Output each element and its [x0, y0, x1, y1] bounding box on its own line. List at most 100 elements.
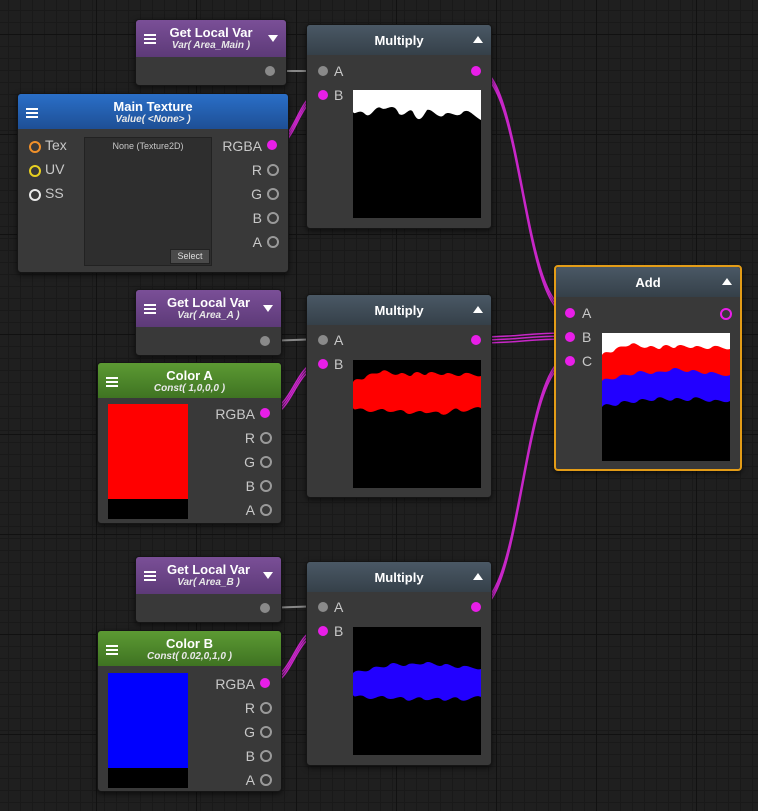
output-port-b[interactable]: [267, 212, 279, 224]
output-port-a[interactable]: [260, 774, 272, 786]
collapse-arrow-icon[interactable]: [473, 306, 483, 313]
node-header[interactable]: Multiply: [307, 295, 491, 325]
output-port-a[interactable]: [260, 504, 272, 516]
output-label-r: R: [244, 430, 255, 446]
node-title: Add: [635, 275, 661, 290]
color-swatch[interactable]: [108, 673, 188, 788]
input-label-a: A: [334, 599, 344, 615]
input-label-a: A: [334, 63, 344, 79]
output-port-rgba[interactable]: [267, 140, 277, 150]
menu-icon[interactable]: [144, 34, 156, 46]
node-header[interactable]: Color B Const( 0.02,0,1,0 ): [98, 631, 281, 666]
input-label-b: B: [334, 87, 344, 103]
node-header[interactable]: Get Local Var Var( Area_A ): [136, 290, 281, 327]
node-subtitle: Var( Area_A ): [177, 310, 240, 321]
input-port-ss[interactable]: [29, 189, 41, 201]
output-label-g: G: [244, 724, 255, 740]
node-header[interactable]: Multiply: [307, 25, 491, 55]
node-header[interactable]: Get Local Var Var( Area_Main ): [136, 20, 286, 57]
multiply-node-3[interactable]: Multiply A B: [306, 561, 492, 766]
output-label-g: G: [244, 454, 255, 470]
input-port-a[interactable]: [318, 335, 328, 345]
get-local-var-main-node[interactable]: Get Local Var Var( Area_Main ): [135, 19, 287, 86]
node-title: Get Local Var: [166, 562, 251, 577]
input-port-a[interactable]: [318, 602, 328, 612]
preview-image: [353, 360, 481, 488]
add-node[interactable]: Add A B C: [554, 265, 742, 471]
node-header[interactable]: Color A Const( 1,0,0,0 ): [98, 363, 281, 398]
multiply-node-1[interactable]: Multiply A B: [306, 24, 492, 229]
output-port[interactable]: [471, 335, 481, 345]
output-port-r[interactable]: [260, 432, 272, 444]
input-port-c[interactable]: [565, 356, 575, 366]
get-local-var-b-node[interactable]: Get Local Var Var( Area_B ): [135, 556, 282, 623]
dropdown-arrow-icon[interactable]: [263, 305, 273, 312]
get-local-var-a-node[interactable]: Get Local Var Var( Area_A ): [135, 289, 282, 356]
node-subtitle: Var( Area_B ): [177, 577, 240, 588]
multiply-node-2[interactable]: Multiply A B: [306, 294, 492, 498]
output-port-b[interactable]: [260, 480, 272, 492]
node-title: Get Local Var: [166, 295, 251, 310]
output-label-b: B: [245, 478, 255, 494]
output-port[interactable]: [260, 336, 270, 346]
input-label-b: B: [334, 356, 344, 372]
input-port-b[interactable]: [318, 90, 328, 100]
output-port-rgba[interactable]: [260, 408, 270, 418]
texture-slot[interactable]: None (Texture2D) Select: [84, 137, 212, 266]
preview-image: [353, 627, 481, 755]
output-port-g[interactable]: [267, 188, 279, 200]
node-header[interactable]: Get Local Var Var( Area_B ): [136, 557, 281, 594]
input-port-b[interactable]: [565, 332, 575, 342]
menu-icon[interactable]: [106, 645, 118, 657]
input-label-a: A: [582, 305, 592, 321]
output-port-g[interactable]: [260, 726, 272, 738]
select-texture-button[interactable]: Select: [170, 249, 210, 264]
input-port-tex[interactable]: [29, 141, 41, 153]
node-header[interactable]: Multiply: [307, 562, 491, 592]
output-label-r: R: [251, 162, 262, 178]
collapse-arrow-icon[interactable]: [722, 278, 732, 285]
output-port-b[interactable]: [260, 750, 272, 762]
input-port-a[interactable]: [565, 308, 575, 318]
color-a-node[interactable]: Color A Const( 1,0,0,0 ) RGBA R G B A: [97, 362, 282, 524]
output-port[interactable]: [265, 66, 275, 76]
input-label-ss: SS: [45, 185, 64, 201]
output-port[interactable]: [471, 602, 481, 612]
menu-icon[interactable]: [144, 571, 156, 583]
input-port-b[interactable]: [318, 359, 328, 369]
output-label-r: R: [244, 700, 255, 716]
output-port-rgba[interactable]: [260, 678, 270, 688]
output-port-a[interactable]: [267, 236, 279, 248]
input-port-b[interactable]: [318, 626, 328, 636]
color-b-node[interactable]: Color B Const( 0.02,0,1,0 ) RGBA R G B A: [97, 630, 282, 792]
node-header[interactable]: Main Texture Value( <None> ): [18, 94, 288, 129]
preview-image: [353, 90, 481, 218]
input-label-uv: UV: [45, 161, 65, 177]
menu-icon[interactable]: [144, 304, 156, 316]
output-port[interactable]: [471, 66, 481, 76]
menu-icon[interactable]: [106, 377, 118, 389]
main-texture-node[interactable]: Main Texture Value( <None> ) Tex UV SS N…: [17, 93, 289, 273]
output-label-a: A: [245, 502, 255, 518]
output-port-g[interactable]: [260, 456, 272, 468]
collapse-arrow-icon[interactable]: [473, 573, 483, 580]
output-port[interactable]: [260, 603, 270, 613]
output-port[interactable]: [720, 308, 732, 320]
input-label-c: C: [582, 353, 593, 369]
node-subtitle: Const( 1,0,0,0 ): [153, 383, 226, 394]
input-port-uv[interactable]: [29, 165, 41, 177]
dropdown-arrow-icon[interactable]: [263, 572, 273, 579]
color-swatch-fill: [108, 673, 188, 768]
color-swatch[interactable]: [108, 404, 188, 519]
node-header[interactable]: Add: [556, 267, 740, 297]
dropdown-arrow-icon[interactable]: [268, 35, 278, 42]
output-label-rgba: RGBA: [215, 406, 255, 422]
output-port-r[interactable]: [267, 164, 279, 176]
node-title: Get Local Var: [169, 25, 253, 40]
input-label-tex: Tex: [45, 137, 67, 153]
output-port-r[interactable]: [260, 702, 272, 714]
collapse-arrow-icon[interactable]: [473, 36, 483, 43]
input-port-a[interactable]: [318, 66, 328, 76]
menu-icon[interactable]: [26, 108, 38, 120]
input-label-a: A: [334, 332, 344, 348]
